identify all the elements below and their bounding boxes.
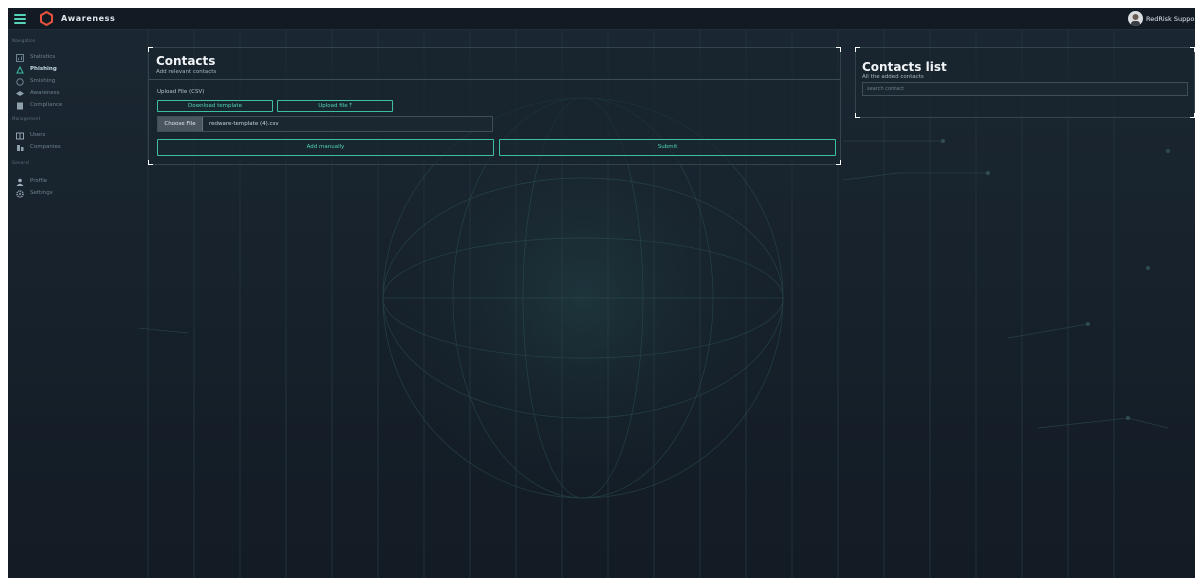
nav-section-label: Management (12, 116, 41, 121)
app-window: Awareness RedRisk Support Navigation Sta… (8, 8, 1195, 578)
selected-file-name: redware-template (4).csv (209, 121, 279, 127)
chat-icon (16, 78, 24, 86)
sidebar-item-label: Companies (30, 144, 61, 150)
submit-button[interactable]: Submit (499, 139, 836, 156)
document-icon (17, 102, 23, 110)
panel-divider (149, 79, 840, 80)
upload-file-button[interactable]: Upload file ⤒ (277, 100, 393, 112)
graduation-cap-icon (16, 91, 24, 96)
sidebar-item-statistics[interactable]: Statistics (8, 52, 134, 63)
sidebar-item-label: Phishing (30, 66, 57, 72)
sidebar-item-label: Smishing (30, 78, 56, 84)
sidebar-item-label: Settings (30, 190, 53, 196)
sidebar-item-label: Users (30, 132, 46, 138)
panel-corner (148, 47, 153, 52)
sidebar-item-label: Statistics (30, 54, 56, 60)
users-icon (16, 132, 24, 140)
sidebar-item-label: Awareness (30, 90, 60, 96)
fish-icon (16, 66, 24, 74)
upload-file-label: Upload File (CSV) (157, 89, 205, 95)
contacts-list-subtitle: All the added contacts (862, 74, 924, 80)
gear-icon (16, 190, 24, 198)
contacts-title: Contacts (156, 54, 216, 68)
choose-file-button[interactable]: Choose File (158, 117, 203, 131)
chart-icon (16, 54, 24, 62)
logo-icon (40, 11, 53, 26)
sidebar-item-label: Compliance (30, 102, 63, 108)
file-input[interactable]: Choose File redware-template (4).csv (157, 116, 493, 132)
user-name[interactable]: RedRisk Support (1146, 12, 1195, 26)
app-title: Awareness (61, 14, 116, 23)
sidebar-item-smishing[interactable]: Smishing (8, 76, 134, 87)
contacts-list-title: Contacts list (862, 60, 947, 74)
sidebar-item-settings[interactable]: Settings (8, 188, 134, 199)
panel-corner (836, 47, 841, 52)
panel-corner (148, 160, 153, 165)
sidebar-item-compliance[interactable]: Compliance (8, 100, 134, 111)
top-bar: Awareness RedRisk Support (8, 8, 1195, 30)
contacts-subtitle: Add relevant contacts (156, 69, 217, 75)
add-manually-button[interactable]: Add manually (157, 139, 494, 156)
nav-section-label: Navigation (12, 38, 36, 43)
sidebar-item-companies[interactable]: Companies (8, 142, 134, 153)
sidebar-item-phishing[interactable]: Phishing (8, 64, 134, 75)
panel-corner (855, 47, 860, 52)
panel-corner (1190, 113, 1195, 118)
download-template-button[interactable]: Download template (157, 100, 273, 112)
hamburger-menu-icon[interactable] (14, 14, 26, 24)
contacts-panel: Contacts Add relevant contacts Upload Fi… (148, 47, 841, 165)
search-contact-input[interactable]: search contact (862, 82, 1188, 96)
contacts-list-panel: Contacts list All the added contacts sea… (855, 47, 1195, 118)
user-avatar[interactable] (1128, 11, 1143, 26)
nav-section-label: General (12, 160, 30, 165)
sidebar-item-label: Profile (30, 178, 48, 184)
sidebar-item-users[interactable]: Users (8, 130, 134, 141)
panel-corner (836, 160, 841, 165)
panel-corner (855, 113, 860, 118)
building-icon (17, 145, 24, 151)
sidebar: Navigation Statistics Phishing Smishing … (8, 30, 136, 578)
panel-corner (1190, 47, 1195, 52)
sidebar-item-awareness[interactable]: Awareness (8, 88, 134, 99)
sidebar-item-profile[interactable]: Profile (8, 176, 134, 187)
user-icon (16, 178, 24, 186)
